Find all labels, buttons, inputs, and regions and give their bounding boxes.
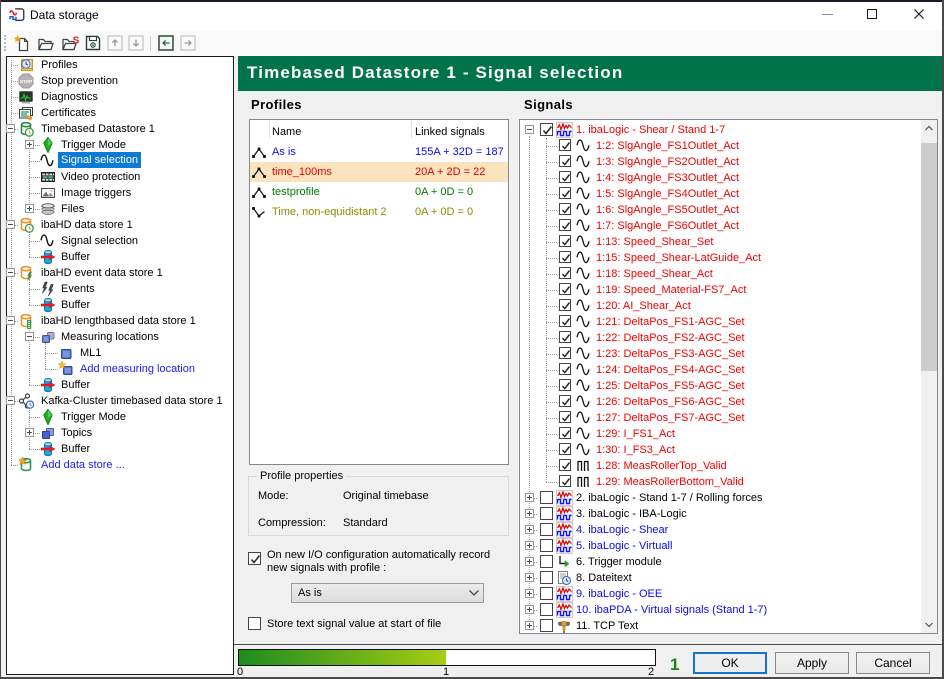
svg-text:S: S [73, 36, 80, 47]
svg-text:STOP: STOP [20, 79, 32, 84]
